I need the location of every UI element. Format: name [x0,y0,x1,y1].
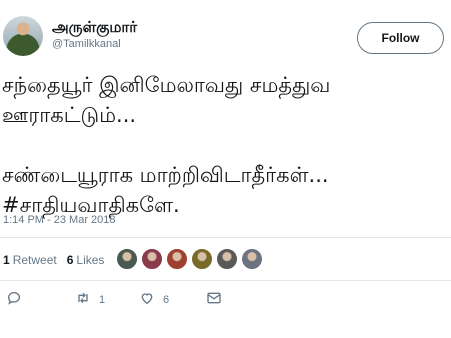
tweet-line: சந்தையூர் இனிமேலாவது சமத்துவ [2,73,331,97]
retweet-icon [75,290,91,310]
tweet-line: ஊராகட்டும்... [2,103,137,127]
tweet-text: சந்தையூர் இனிமேலாவது சமத்துவ ஊராகட்டும்.… [2,70,450,220]
envelope-icon [206,290,222,310]
liker-avatar[interactable] [116,248,138,270]
likes-stat[interactable]: 6 Likes [67,253,105,267]
retweet-button[interactable]: 1 [75,290,105,310]
liker-avatar[interactable] [241,248,263,270]
direct-message-button[interactable] [206,290,222,310]
liker-avatars [116,248,266,270]
user-handle[interactable]: @Tamilkkanal [52,38,121,50]
divider [0,280,451,281]
retweet-stat-count: 1 [3,253,10,267]
avatar[interactable] [3,16,43,56]
tweet-line: சண்டையூராக மாற்றிவிடாதீர்கள்... [2,163,329,187]
reply-button[interactable] [6,290,22,310]
likes-stat-label: Likes [76,253,105,267]
liker-avatar[interactable] [166,248,188,270]
liker-avatar[interactable] [141,248,163,270]
tweet-card: அருள்குமார் @Tamilkkanal Follow சந்தையூர… [0,0,451,338]
liker-avatar[interactable] [216,248,238,270]
divider [0,237,451,238]
retweet-stat[interactable]: 1 Retweet [3,253,57,267]
tweet-actions: 1 6 [0,288,451,312]
heart-icon [139,290,155,310]
like-count: 6 [163,294,170,306]
reply-icon [6,290,22,310]
likes-stat-count: 6 [66,253,74,267]
like-button[interactable]: 6 [139,290,169,310]
follow-button[interactable]: Follow [357,22,444,54]
display-name[interactable]: அருள்குமார் [52,18,137,38]
tweet-stats: 1 Retweet 6 Likes [3,253,114,267]
tweet-line-gap [2,130,450,160]
retweet-stat-label: Retweet [12,253,57,267]
retweet-count: 1 [99,294,106,306]
tweet-timestamp[interactable]: 1:14 PM - 23 Mar 2018 [3,214,116,226]
liker-avatar[interactable] [191,248,213,270]
